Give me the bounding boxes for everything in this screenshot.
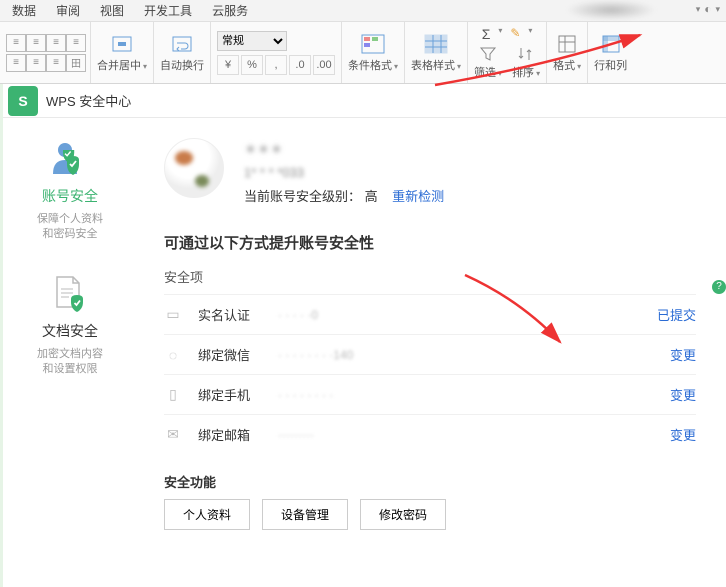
conditional-format-button[interactable]: 条件格式▾ [348, 33, 398, 73]
ribbon: ≡≡≡≡ ≡≡≡田 合并居中▾ 自动换行 常规 ¥ % , .0 .00 [0, 22, 726, 84]
security-item-value: · · · · · · · ·140 [278, 348, 670, 362]
security-item-value: · · · · · · · · [278, 388, 670, 402]
phone-icon: ▯ [164, 386, 182, 403]
sidebar-item-title: 文档安全 [10, 321, 130, 341]
menu-data[interactable]: 数据 [2, 2, 46, 19]
section-heading: 可通过以下方式提升账号安全性 [164, 232, 696, 253]
sidebar-item-document-security[interactable]: 文档安全 加密文档内容 和设置权限 [0, 273, 140, 378]
security-item-email: ✉ 绑定邮箱 ········· 变更 [164, 414, 696, 454]
menu-devtools[interactable]: 开发工具 [134, 2, 202, 19]
decrease-decimal-icon[interactable]: .00 [313, 55, 335, 75]
filter-button[interactable]: 筛选▾ [474, 46, 502, 80]
rowcol-button[interactable]: 行和列 [594, 33, 627, 73]
sort-button[interactable]: 排序▾ [512, 46, 540, 80]
security-item-action[interactable]: 已提交 [657, 305, 696, 324]
security-item-name: 绑定邮箱 [198, 425, 278, 444]
menu-review[interactable]: 审阅 [46, 2, 90, 19]
security-item-action[interactable]: 变更 [670, 345, 696, 364]
security-functions-label: 安全功能 [164, 472, 696, 491]
id-card-icon: ▭ [164, 306, 182, 323]
sidebar-item-account-security[interactable]: 账号安全 保障个人资料 和密码安全 [0, 138, 140, 243]
profile-button[interactable]: 个人资料 [164, 499, 250, 530]
format-button[interactable]: 格式▾ [553, 33, 581, 73]
account-shield-icon [47, 138, 93, 178]
security-item-name: 绑定手机 [198, 385, 278, 404]
device-manage-button[interactable]: 设备管理 [262, 499, 348, 530]
document-shield-icon [47, 273, 93, 313]
alignment-grid[interactable]: ≡≡≡≡ ≡≡≡田 [6, 34, 84, 72]
security-item-name: 实名认证 [198, 305, 278, 324]
green-accent-bar [0, 84, 3, 587]
sidebar: 账号安全 保障个人资料 和密码安全 文档安全 加密文档内容 和设置权限 [0, 118, 140, 587]
user-avatar-blur [566, 0, 656, 20]
security-level-label: 当前账号安全级别： [244, 189, 361, 204]
wechat-icon: ◌ [164, 347, 182, 363]
app-title-bar: S WPS 安全中心 [0, 84, 726, 118]
comma-icon[interactable]: , [265, 55, 287, 75]
increase-decimal-icon[interactable]: .0 [289, 55, 311, 75]
recheck-link[interactable]: 重新检测 [392, 189, 444, 204]
autosum-icon[interactable]: Σ [482, 26, 491, 42]
profile-block: ＊＊＊ 1* * * *033 当前账号安全级别： 高 重新检测 [164, 138, 696, 208]
number-format-select[interactable]: 常规 [217, 31, 287, 51]
fill-icon[interactable]: ✎ [510, 26, 520, 42]
content-area: ＊＊＊ 1* * * *033 当前账号安全级别： 高 重新检测 可通过以下方式… [140, 118, 726, 587]
security-item-value: ········· [278, 428, 670, 442]
sidebar-item-desc: 加密文档内容 和设置权限 [10, 347, 130, 378]
profile-name: ＊＊＊ [244, 138, 444, 161]
security-item-action[interactable]: 变更 [670, 425, 696, 444]
app-title: WPS 安全中心 [46, 91, 131, 110]
menu-bar: 数据 审阅 视图 开发工具 云服务 ▾ ◐ ▾ [0, 0, 726, 22]
wrap-text-button[interactable]: 自动换行 [160, 33, 204, 73]
merge-center-button[interactable]: 合并居中▾ [97, 33, 147, 73]
chevron-down-icon[interactable]: ▾ [715, 4, 720, 15]
menu-view[interactable]: 视图 [90, 2, 134, 19]
security-item-name: 绑定微信 [198, 345, 278, 364]
table-style-button[interactable]: 表格样式▾ [411, 33, 461, 73]
security-item-action[interactable]: 变更 [670, 385, 696, 404]
mail-icon: ✉ [164, 426, 182, 443]
main-area: 账号安全 保障个人资料 和密码安全 文档安全 加密文档内容 和设置权限 ＊＊＊ … [0, 118, 726, 587]
security-item-phone: ▯ 绑定手机 · · · · · · · · 变更 [164, 374, 696, 414]
avatar [164, 138, 224, 198]
theme-icon[interactable]: ◐ [704, 2, 711, 16]
help-icon[interactable]: ? [712, 280, 726, 294]
security-level-value: 高 [365, 189, 378, 204]
security-item-value: · · · · ·0 [278, 308, 657, 322]
currency-icon[interactable]: ¥ [217, 55, 239, 75]
security-item-wechat: ◌ 绑定微信 · · · · · · · ·140 变更 [164, 334, 696, 374]
percent-icon[interactable]: % [241, 55, 263, 75]
change-password-button[interactable]: 修改密码 [360, 499, 446, 530]
sidebar-item-desc: 保障个人资料 和密码安全 [10, 212, 130, 243]
menu-cloud[interactable]: 云服务 [202, 2, 258, 19]
security-items-label: 安全项 [164, 267, 696, 286]
chevron-down-icon[interactable]: ▾ [696, 4, 701, 15]
number-format-buttons[interactable]: ¥ % , .0 .00 [217, 55, 335, 75]
sidebar-item-title: 账号安全 [10, 186, 130, 206]
security-item-realname: ▭ 实名认证 · · · · ·0 已提交 [164, 294, 696, 334]
profile-id: 1* * * *033 [244, 161, 444, 184]
app-logo: S [8, 86, 38, 116]
